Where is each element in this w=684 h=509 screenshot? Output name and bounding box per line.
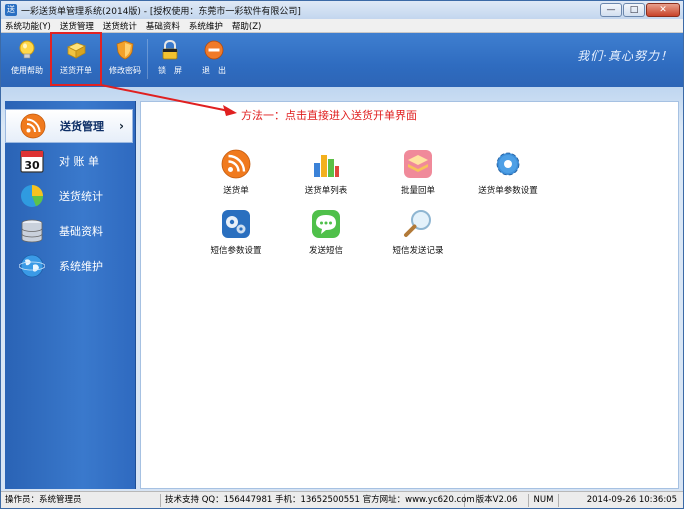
sidebar-item-label: 对 账 单 bbox=[59, 154, 99, 168]
module-label: 批量回单 bbox=[400, 186, 435, 196]
lock-icon bbox=[162, 39, 178, 60]
title-bar[interactable]: 送 一彩送货单管理系统(2014版) - [授权使用：东莞市一彩软件有限公司] … bbox=[1, 1, 683, 19]
sidebar-item-statement[interactable]: 30 对 账 单 bbox=[5, 143, 135, 178]
status-bar: 操作员：系统管理员 技术支持 QQ：156447981 手机：136525005… bbox=[1, 491, 683, 508]
calendar-icon: 30 bbox=[20, 149, 44, 173]
stack-icon bbox=[404, 150, 432, 178]
status-datetime: 2014-09-26 10:36:05 bbox=[586, 494, 677, 505]
menu-system-functions[interactable]: 系统功能(Y) bbox=[5, 20, 51, 32]
folder-icon bbox=[67, 42, 86, 59]
toolbar-lock-screen-label: 锁 屏 bbox=[158, 66, 182, 75]
chevron-right-icon: › bbox=[119, 119, 124, 133]
module-delivery-list[interactable]: 送货单列表 bbox=[281, 148, 371, 196]
menu-bar: 系统功能(Y) 送货管理 送货统计 基础资料 系统维护 帮助(Z) bbox=[1, 19, 683, 33]
toolbar-exit-button[interactable]: 退 出 bbox=[192, 33, 236, 85]
gears-icon bbox=[222, 210, 250, 238]
module-sms-settings[interactable]: 短信参数设置 bbox=[191, 208, 281, 256]
sidebar-item-system-maintenance[interactable]: 系统维护 bbox=[5, 248, 135, 283]
close-button[interactable]: ✕ bbox=[646, 3, 680, 17]
menu-system-maintenance[interactable]: 系统维护 bbox=[189, 20, 223, 32]
module-label: 送货单参数设置 bbox=[478, 186, 538, 196]
toolbar-change-password-button[interactable]: 修改密码 bbox=[103, 33, 147, 85]
sidebar-item-delivery-statistics[interactable]: 送货统计 bbox=[5, 178, 135, 213]
status-support: 技术支持 QQ：156447981 手机：13652500551 官方网址：ww… bbox=[161, 493, 475, 507]
menu-basic-data[interactable]: 基础资料 bbox=[146, 20, 180, 32]
annotation-text: 方法一：点击直接进入送货开单界面 bbox=[241, 109, 417, 122]
menu-help[interactable]: 帮助(Z) bbox=[232, 20, 261, 32]
pie-chart-icon bbox=[21, 184, 44, 207]
slogan-logo: 我们·真心努力！ bbox=[577, 49, 673, 63]
module-delivery-settings[interactable]: 送货单参数设置 bbox=[463, 148, 553, 196]
sidebar-item-label: 系统维护 bbox=[59, 259, 103, 273]
module-batch-receipt[interactable]: 批量回单 bbox=[373, 148, 463, 196]
sidebar-item-basic-data[interactable]: 基础资料 bbox=[5, 213, 135, 248]
bar-chart-icon bbox=[314, 155, 339, 177]
globe-icon bbox=[19, 254, 45, 277]
gear-icon bbox=[496, 152, 520, 176]
sidebar: 送货管理 › 30 对 账 单 送货统计 基础资料 系统维护 bbox=[5, 101, 136, 489]
module-label: 短信发送记录 bbox=[392, 246, 444, 256]
window-title: 一彩送货单管理系统(2014版) - [授权使用：东莞市一彩软件有限公司] bbox=[21, 6, 301, 17]
sidebar-item-label: 送货统计 bbox=[59, 189, 103, 203]
toolbar-change-password-label: 修改密码 bbox=[109, 66, 141, 75]
module-label: 短信参数设置 bbox=[210, 246, 262, 256]
module-send-sms[interactable]: 发送短信 bbox=[281, 208, 371, 256]
toolbar-new-delivery-button[interactable]: 送货开单 bbox=[50, 32, 102, 86]
calendar-day-text: 30 bbox=[24, 159, 40, 172]
database-icon bbox=[21, 219, 43, 242]
status-numlock: NUM bbox=[529, 493, 559, 507]
shield-icon bbox=[116, 40, 134, 60]
module-label: 发送短信 bbox=[308, 246, 343, 256]
window-controls: — □ ✕ bbox=[600, 3, 680, 17]
exit-icon bbox=[204, 40, 224, 60]
lightbulb-icon bbox=[19, 40, 35, 59]
sidebar-item-delivery-management[interactable]: 送货管理 › bbox=[5, 109, 133, 143]
toolbar-exit-label: 退 出 bbox=[202, 66, 226, 75]
main-panel: 方法一：点击直接进入送货开单界面 送货单 送货单列表 批量回单 送货单参数设置 … bbox=[140, 101, 679, 489]
toolbar-help-button[interactable]: 使用帮助 bbox=[5, 33, 49, 85]
toolbar-new-delivery-label: 送货开单 bbox=[60, 66, 92, 75]
module-sms-records[interactable]: 短信发送记录 bbox=[373, 208, 463, 256]
toolbar-lock-screen-button[interactable]: 锁 屏 bbox=[148, 33, 192, 85]
status-operator: 操作员：系统管理员 bbox=[1, 493, 161, 507]
menu-delivery-management[interactable]: 送货管理 bbox=[60, 20, 94, 32]
module-label: 送货单列表 bbox=[304, 186, 348, 196]
sidebar-item-label: 基础资料 bbox=[59, 224, 103, 238]
toolbar-help-label: 使用帮助 bbox=[11, 66, 43, 75]
app-window: 送 一彩送货单管理系统(2014版) - [授权使用：东莞市一彩软件有限公司] … bbox=[0, 0, 684, 509]
toolbar: 使用帮助 送货开单 修改密码 锁 屏 退 出 我们·真心努力！ bbox=[1, 32, 683, 87]
rss-icon bbox=[20, 113, 46, 139]
maximize-button[interactable]: □ bbox=[623, 3, 645, 17]
status-version: 版本V2.06 bbox=[465, 493, 529, 507]
app-logo-icon: 送 bbox=[5, 4, 17, 16]
minimize-button[interactable]: — bbox=[600, 3, 622, 17]
magnifier-icon bbox=[404, 210, 431, 237]
menu-delivery-statistics[interactable]: 送货统计 bbox=[103, 20, 137, 32]
rss-icon bbox=[221, 149, 251, 179]
chat-icon bbox=[312, 210, 340, 238]
sidebar-item-label: 送货管理 bbox=[60, 120, 104, 133]
content-area: 送货管理 › 30 对 账 单 送货统计 基础资料 系统维护 方法一：点击直接进… bbox=[1, 87, 683, 491]
module-label: 送货单 bbox=[223, 186, 249, 196]
module-delivery-note[interactable]: 送货单 bbox=[191, 148, 281, 196]
